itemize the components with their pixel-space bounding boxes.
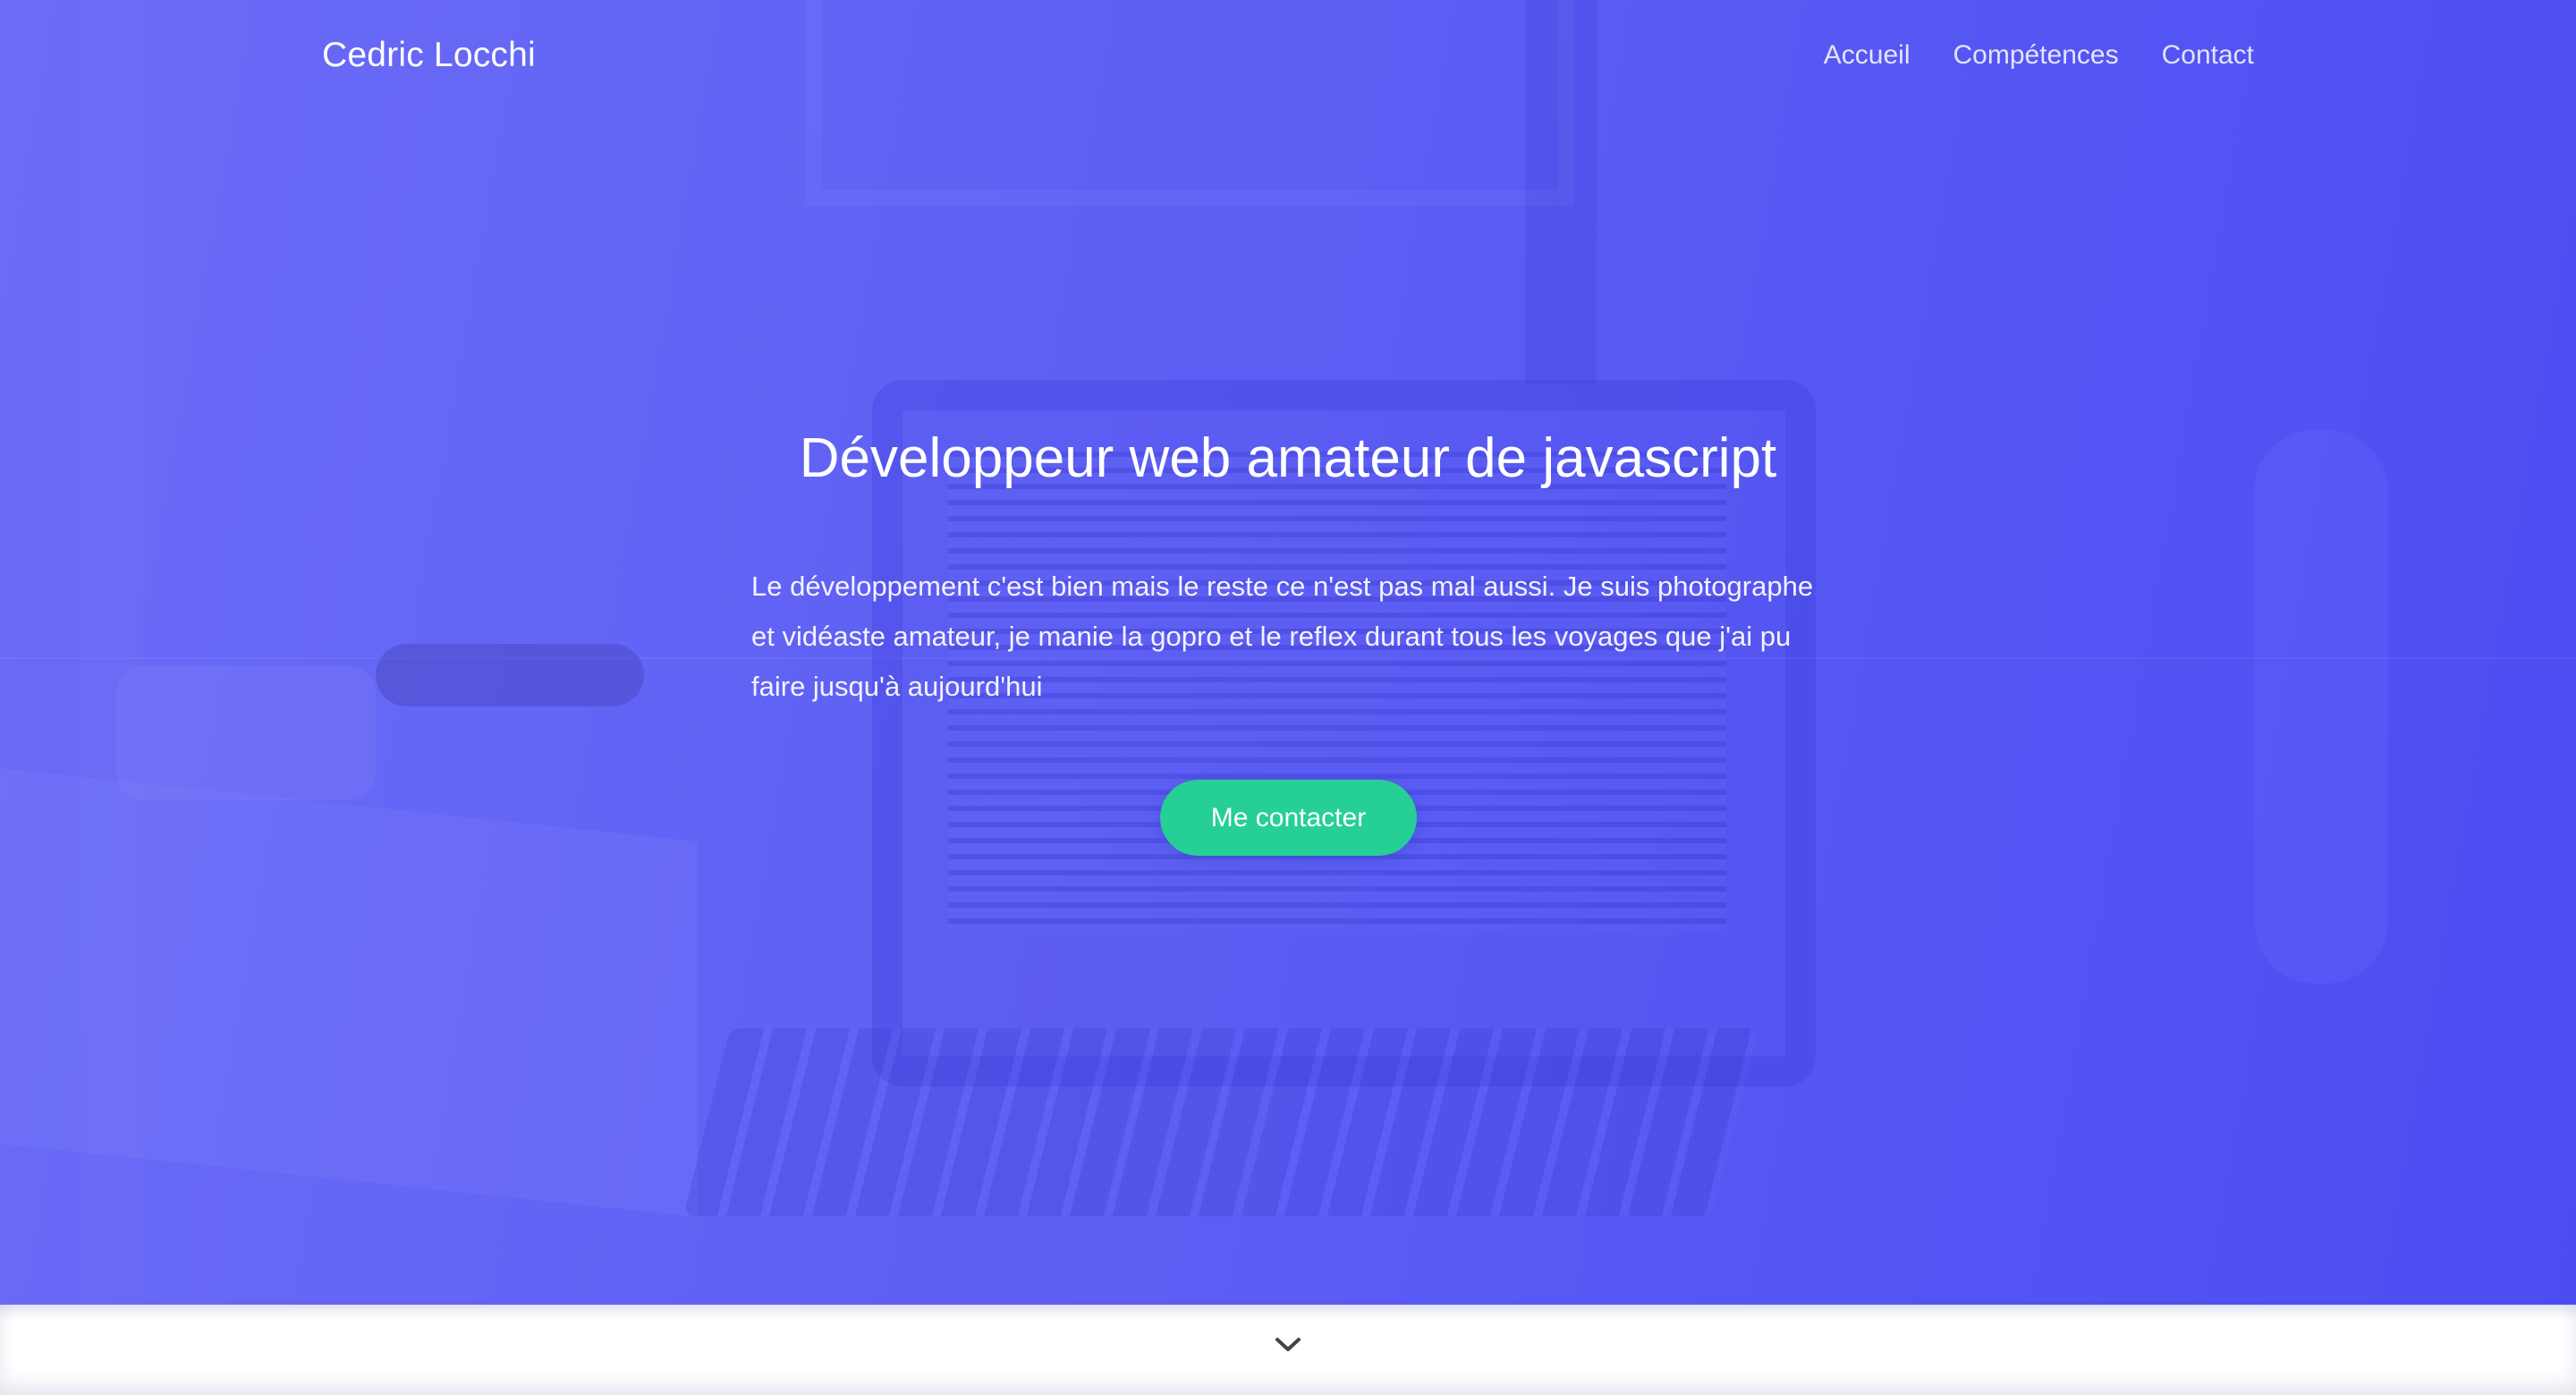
contact-button[interactable]: Me contacter xyxy=(1160,780,1417,856)
background-photo-paper xyxy=(0,768,698,1217)
background-photo-plant xyxy=(2254,429,2388,984)
hero-section: Cedric Locchi Accueil Compétences Contac… xyxy=(0,0,2576,1305)
hero-title: Développeur web amateur de javascript xyxy=(799,427,1777,489)
brand-link[interactable]: Cedric Locchi xyxy=(322,30,536,80)
scroll-down-button[interactable] xyxy=(1268,1327,1308,1366)
background-photo-cup xyxy=(116,666,376,800)
chevron-down-icon xyxy=(1275,1337,1301,1357)
background-photo-glasses xyxy=(376,644,644,706)
nav-item-competences[interactable]: Compétences xyxy=(1953,40,2119,71)
nav-item-accueil[interactable]: Accueil xyxy=(1824,40,1911,71)
nav-item-contact[interactable]: Contact xyxy=(2162,40,2254,71)
background-photo-monitor-arm xyxy=(1525,0,1597,385)
background-photo-post xyxy=(80,0,143,1305)
background-photo-frame xyxy=(805,0,1574,206)
main-nav: Accueil Compétences Contact xyxy=(1824,30,2254,80)
hero-description: Le développement c'est bien mais le rest… xyxy=(751,571,1814,702)
background-photo-keyboard xyxy=(682,1028,1759,1216)
